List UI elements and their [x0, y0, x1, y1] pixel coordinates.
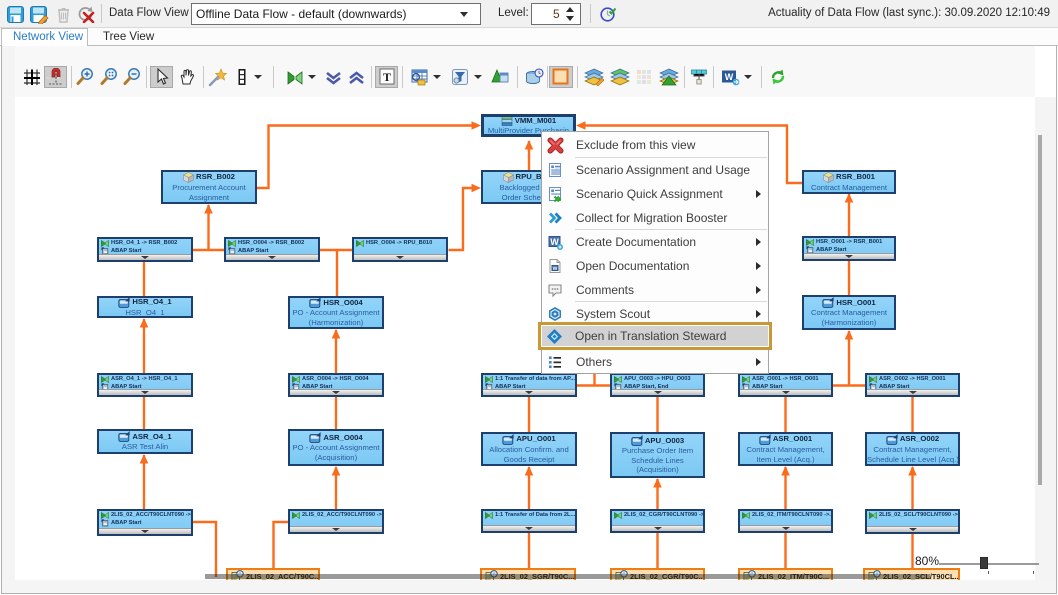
svg-text:W: W — [725, 72, 734, 82]
svg-text:T: T — [383, 70, 391, 84]
svg-text:w: w — [552, 266, 558, 272]
